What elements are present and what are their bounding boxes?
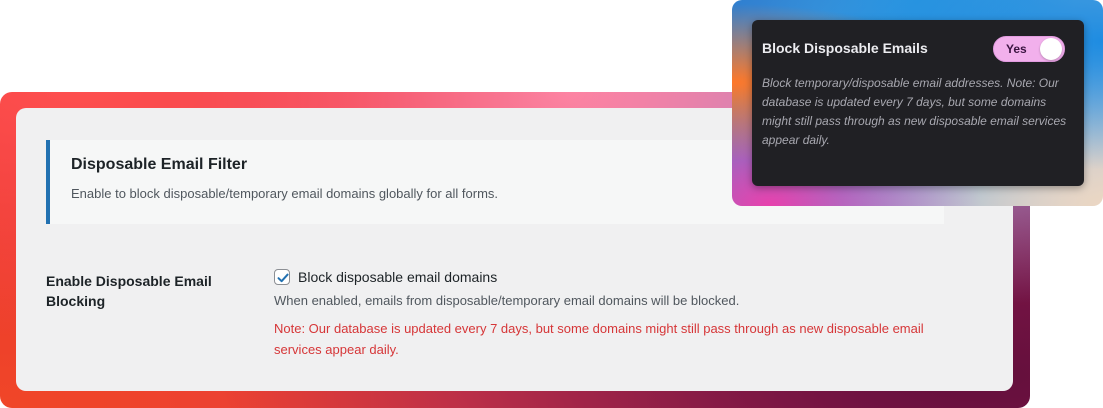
- popup-title: Block Disposable Emails: [762, 40, 928, 56]
- checkmark-icon: [277, 273, 289, 283]
- field-help-text: When enabled, emails from disposable/tem…: [274, 293, 740, 308]
- field-note-text: Note: Our database is updated every 7 da…: [274, 321, 924, 357]
- block-disposable-checkbox-row[interactable]: Block disposable email domains: [274, 267, 497, 287]
- screenshot-stage: Disposable Email Filter Enable to block …: [0, 0, 1103, 408]
- toggle-knob: [1040, 38, 1062, 60]
- block-disposable-checkbox[interactable]: [274, 269, 290, 285]
- popup-description: Block temporary/disposable email address…: [762, 76, 1067, 147]
- section-description: Enable to block disposable/temporary ema…: [71, 186, 499, 201]
- checkbox-label[interactable]: Block disposable email domains: [298, 269, 497, 285]
- section-title: Disposable Email Filter: [71, 156, 248, 173]
- block-disposable-popup: Block Disposable Emails Yes Block tempor…: [752, 20, 1084, 186]
- field-label: Enable Disposable Email Blocking: [46, 273, 212, 309]
- toggle-label: Yes: [1006, 42, 1027, 56]
- block-disposable-toggle[interactable]: Yes: [993, 36, 1065, 62]
